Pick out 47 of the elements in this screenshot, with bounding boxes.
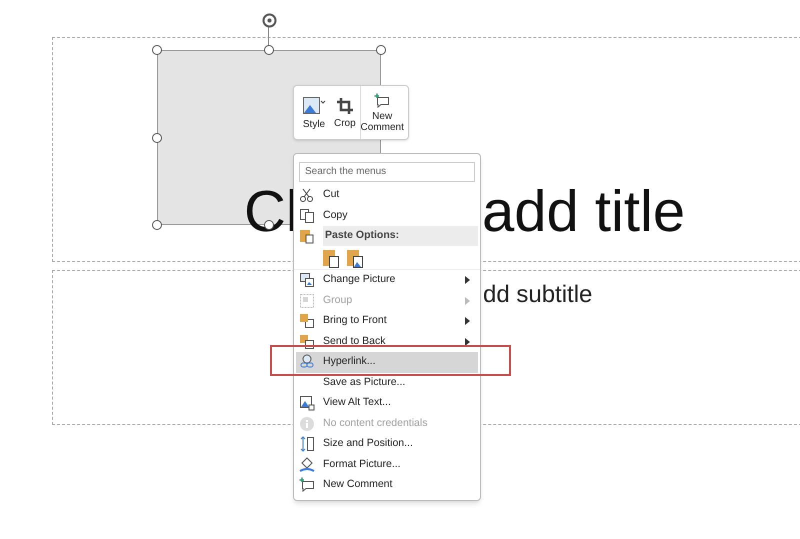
menu-item[interactable]: Bring to Front <box>296 311 478 332</box>
menu-item[interactable]: Format Picture... <box>296 454 478 475</box>
menu-item[interactable]: Change Picture <box>296 270 478 290</box>
resize-handle[interactable] <box>152 45 162 55</box>
toolbar-button[interactable]: Crop <box>330 86 360 139</box>
menu-item[interactable]: View Alt Text... <box>296 393 478 414</box>
scissors-icon <box>299 187 315 204</box>
section-header: Paste Options: <box>323 226 478 246</box>
title-text: add title <box>482 183 686 241</box>
menu-item[interactable]: Hyperlink... <box>296 352 478 372</box>
subtitle-text: dd subtitle <box>483 280 592 310</box>
toolbar-button[interactable]: Style <box>298 86 330 139</box>
link-icon <box>299 354 315 370</box>
resize-handle[interactable] <box>376 45 386 55</box>
bring-front-icon <box>299 313 315 330</box>
submenu-arrow-icon <box>465 338 470 346</box>
comment-icon <box>374 92 390 108</box>
toolbar-button[interactable]: New Comment <box>360 86 404 139</box>
resize-handle[interactable] <box>152 220 162 230</box>
resize-handle[interactable] <box>264 45 274 55</box>
picture-style-icon <box>302 95 326 117</box>
info-icon <box>299 416 315 432</box>
send-back-icon <box>299 334 315 350</box>
group-icon <box>299 292 315 309</box>
size-icon <box>299 436 315 452</box>
menu-item[interactable]: Send to Back <box>296 332 478 352</box>
comment-icon <box>299 477 315 494</box>
menu-item[interactable]: Save as Picture... <box>296 372 478 393</box>
menu-item[interactable]: Cut <box>296 185 478 206</box>
clipboard-icon <box>299 228 315 244</box>
resize-handle[interactable] <box>264 220 274 230</box>
submenu-arrow-icon <box>465 296 470 305</box>
paint-bucket-icon <box>299 456 315 473</box>
menu-item[interactable]: Size and Position... <box>296 434 478 454</box>
menu-item[interactable]: New Comment <box>296 475 478 496</box>
crop-icon <box>334 96 355 116</box>
rotate-handle-icon[interactable] <box>261 12 278 29</box>
paste-picture-icon[interactable] <box>346 248 364 268</box>
submenu-arrow-icon <box>465 276 470 284</box>
menu-item[interactable]: Copy <box>296 206 478 226</box>
search-field[interactable]: Search the menus <box>299 162 475 182</box>
resize-handle[interactable] <box>152 133 162 143</box>
picture-icon <box>299 395 315 412</box>
submenu-arrow-icon <box>465 317 470 326</box>
paste-keep-icon[interactable] <box>322 248 340 268</box>
copy-icon <box>299 208 315 224</box>
picture-swap-icon <box>299 272 315 288</box>
